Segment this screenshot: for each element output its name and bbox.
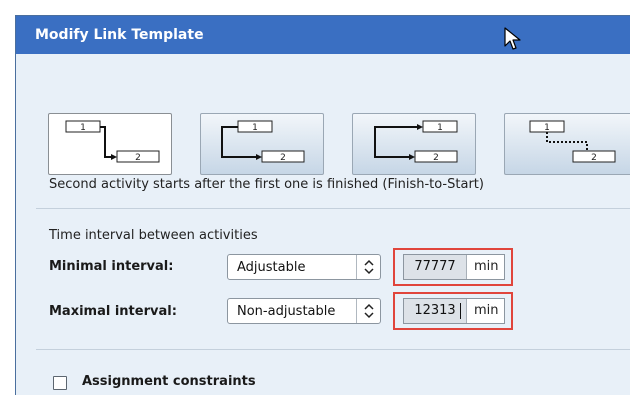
- text-caret: [460, 303, 461, 319]
- separator: [36, 349, 630, 350]
- select-updown-icon[interactable]: [356, 299, 380, 323]
- assignment-constraints-label[interactable]: Assignment constraints: [82, 374, 256, 389]
- maximal-interval-field[interactable]: 12313 min: [403, 298, 505, 324]
- minimal-interval-mode-select[interactable]: Adjustable: [227, 254, 381, 280]
- link-type-second-label: 2: [433, 153, 439, 163]
- dialog-title-bar[interactable]: Modify Link Template: [16, 16, 630, 54]
- minimal-interval-value-input[interactable]: 77777: [404, 255, 467, 279]
- link-type-start-to-start-button[interactable]: 1 2: [200, 113, 324, 175]
- assignment-constraints-checkbox[interactable]: [53, 376, 67, 390]
- select-updown-icon[interactable]: [356, 255, 380, 279]
- start-to-start-icon: 1 2: [221, 120, 305, 163]
- link-type-finish-to-start-button[interactable]: 1 2: [48, 113, 172, 175]
- link-type-first-label: 1: [252, 123, 258, 133]
- maximal-interval-unit: min: [474, 303, 499, 318]
- link-type-second-label: 2: [591, 153, 597, 163]
- minimal-interval-label: Minimal interval:: [49, 259, 174, 274]
- separator: [36, 208, 630, 209]
- maximal-interval-mode-value: Non-adjustable: [237, 304, 336, 319]
- link-type-first-label: 1: [544, 123, 550, 133]
- time-interval-section-label: Time interval between activities: [49, 228, 258, 243]
- minimal-interval-field[interactable]: 77777 min: [403, 254, 505, 280]
- link-type-dotted-button[interactable]: 1 2: [504, 113, 630, 175]
- dotted-link-icon: 1 2: [529, 120, 616, 163]
- maximal-interval-mode-select[interactable]: Non-adjustable: [227, 298, 381, 324]
- dialog-title: Modify Link Template: [35, 27, 204, 43]
- link-type-description: Second activity starts after the first o…: [49, 177, 484, 192]
- link-type-second-label: 2: [280, 153, 286, 163]
- mouse-cursor-icon: [504, 27, 521, 50]
- finish-to-start-icon: 1 2: [65, 120, 160, 163]
- minimal-interval-unit: min: [474, 259, 499, 274]
- link-type-first-label: 1: [80, 123, 86, 133]
- link-type-second-label: 2: [135, 153, 141, 163]
- maximal-interval-value-input[interactable]: 12313: [404, 299, 467, 323]
- maximal-interval-label: Maximal interval:: [49, 304, 177, 319]
- link-type-finish-to-finish-button[interactable]: 1 2: [352, 113, 476, 175]
- finish-to-finish-icon: 1 2: [374, 120, 458, 163]
- modify-link-template-dialog: Modify Link Template 1 2 1 2 1 2 1 2 Sec…: [15, 15, 630, 395]
- link-type-first-label: 1: [437, 123, 443, 133]
- minimal-interval-mode-value: Adjustable: [237, 260, 306, 275]
